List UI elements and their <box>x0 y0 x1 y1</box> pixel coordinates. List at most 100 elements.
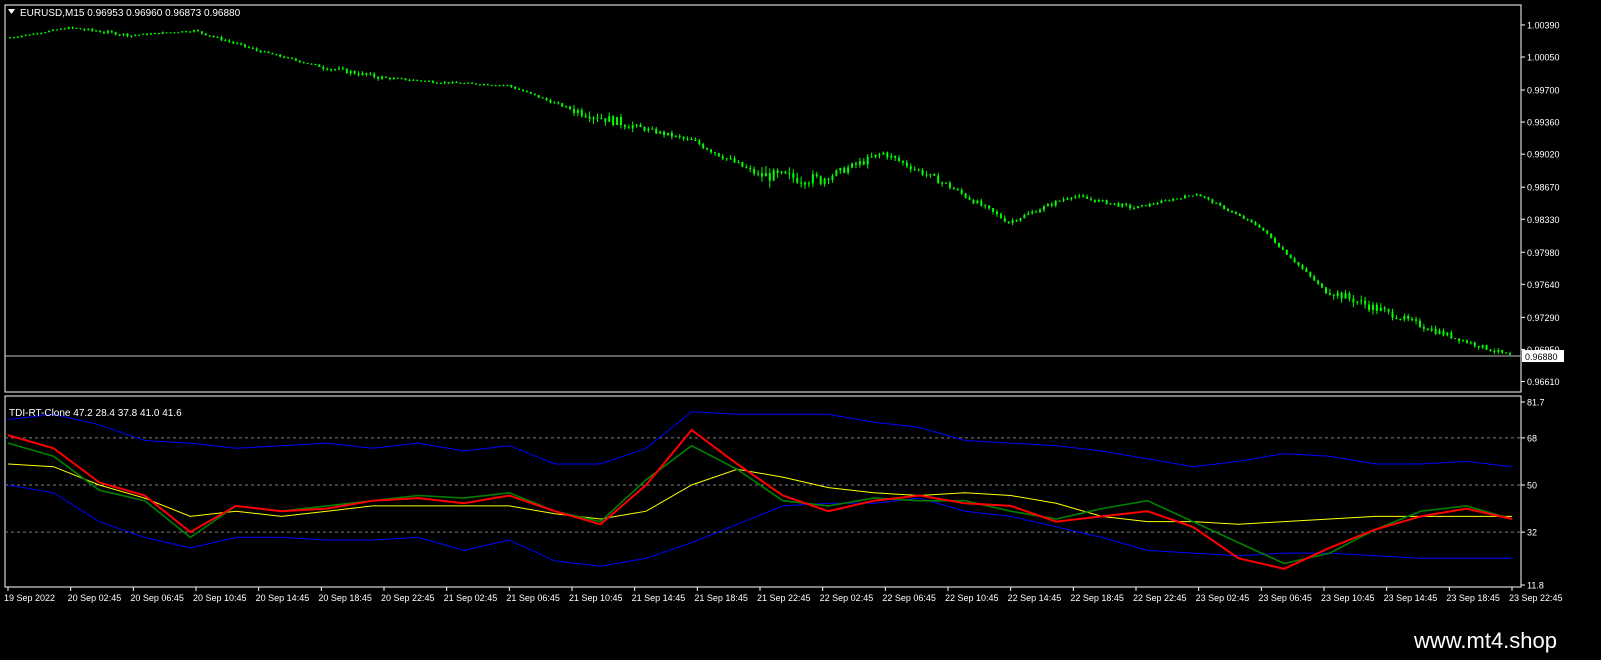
price-candle-body <box>1415 319 1418 321</box>
price-candle-body <box>1438 330 1441 334</box>
chart-canvas[interactable]: 1.00390 1.00050 0.99700 0.99360 0.99020 0.986… <box>0 0 1601 622</box>
price-candle-body <box>870 156 873 158</box>
price-candle-body <box>267 51 270 54</box>
price-candle-body <box>913 169 916 171</box>
price-candle-body <box>737 162 740 164</box>
price-candle-body <box>1403 316 1406 320</box>
price-tick-label: 0.97290 <box>1527 313 1560 323</box>
price-candle-body <box>815 174 818 177</box>
price-candle-body <box>236 43 239 45</box>
price-candle-body <box>1411 319 1414 321</box>
price-candle-body <box>1176 198 1179 200</box>
price-candle-body <box>964 193 967 198</box>
time-tick-label: 22 Sep 02:45 <box>820 593 874 603</box>
price-candle-body <box>941 182 944 184</box>
price-candle-body <box>1418 320 1421 327</box>
price-candle-body <box>631 125 634 129</box>
price-candle-body <box>20 35 23 37</box>
price-candle-body <box>710 149 713 153</box>
price-candle-body <box>1317 280 1320 284</box>
time-tick-label: 22 Sep 10:45 <box>945 593 999 603</box>
price-candle-body <box>706 148 709 150</box>
time-tick-label: 22 Sep 22:45 <box>1133 593 1187 603</box>
price-candle-body <box>960 190 963 194</box>
price-candle-body <box>55 29 58 31</box>
symbol-info-label: EURUSD,M15 0.96953 0.96960 0.96873 0.968… <box>20 8 241 19</box>
price-candle-body <box>1497 350 1500 352</box>
price-candle-body <box>1101 200 1104 202</box>
price-candle-body <box>984 205 987 207</box>
price-candle-body <box>898 157 901 161</box>
price-candle-body <box>1129 204 1132 209</box>
price-candle-body <box>345 68 348 74</box>
price-candle-body <box>968 197 971 200</box>
price-candle-body <box>843 167 846 173</box>
price-candle-body <box>189 31 192 33</box>
price-candle-body <box>929 173 932 175</box>
time-tick-label: 23 Sep 02:45 <box>1196 593 1250 603</box>
price-candle-body <box>1301 265 1304 269</box>
price-tick-label: 0.98330 <box>1527 215 1560 225</box>
price-candle-body <box>75 27 78 29</box>
price-candle-body <box>1042 206 1045 210</box>
price-candle-body <box>1121 203 1124 207</box>
price-candle-body <box>745 166 748 168</box>
price-candle-body <box>99 31 102 33</box>
price-candle-body <box>165 32 168 34</box>
price-candle-body <box>776 170 779 173</box>
price-candle-body <box>247 46 250 48</box>
price-candle-body <box>1234 212 1237 215</box>
price-candle-body <box>208 35 211 37</box>
price-candle-body <box>792 173 795 178</box>
price-candle-body <box>835 170 838 176</box>
price-candle-body <box>545 98 548 101</box>
price-candle-body <box>933 173 936 176</box>
price-candle-body <box>1324 287 1327 294</box>
price-candle-body <box>1133 208 1136 210</box>
price-candle-body <box>537 94 540 98</box>
price-candle-body <box>1054 200 1057 206</box>
price-candle-body <box>1254 222 1257 226</box>
price-candle-body <box>702 144 705 149</box>
price-candle-body <box>1172 198 1175 201</box>
price-candle-body <box>1458 338 1461 342</box>
price-candle-body <box>1442 330 1445 336</box>
price-candle-body <box>381 76 384 79</box>
price-candle-body <box>1270 233 1273 239</box>
price-candle-body <box>1465 340 1468 343</box>
price-candle-body <box>1348 293 1351 299</box>
price-candle-body <box>1180 198 1183 200</box>
price-candle-body <box>851 163 854 168</box>
price-candle-body <box>901 160 904 163</box>
price-candle-body <box>1379 307 1382 311</box>
price-candle-body <box>917 169 920 171</box>
price-candle-body <box>659 131 662 134</box>
price-candle-body <box>1046 204 1049 207</box>
price-candle-body <box>122 33 125 35</box>
price-candle-body <box>126 33 129 37</box>
price-candle-body <box>1387 309 1390 312</box>
price-candle-body <box>1266 230 1269 234</box>
price-candle-body <box>945 182 948 184</box>
price-candle-body <box>1082 195 1085 197</box>
price-candle-body <box>616 117 619 125</box>
price-candle-body <box>1336 292 1339 296</box>
price-candle-body <box>819 176 822 185</box>
price-candle-body <box>24 34 27 36</box>
price-candle-body <box>999 214 1002 219</box>
price-candle-body <box>753 168 756 174</box>
chart-window[interactable]: 1.00390 1.00050 0.99700 0.99360 0.99020 0.986… <box>0 0 1601 660</box>
price-candle-body <box>87 28 90 30</box>
price-candle-body <box>420 80 423 82</box>
price-candle-body <box>1430 328 1433 331</box>
price-candle-body <box>565 106 568 108</box>
price-candle-body <box>153 32 156 34</box>
price-candle-body <box>604 118 607 122</box>
price-candle-body <box>1007 221 1010 223</box>
price-candle-body <box>713 152 716 154</box>
price-candle-body <box>1250 219 1253 223</box>
price-candle-body <box>36 33 39 35</box>
price-candle-body <box>349 71 352 74</box>
price-candle-body <box>306 62 309 64</box>
price-candle-body <box>353 71 356 74</box>
